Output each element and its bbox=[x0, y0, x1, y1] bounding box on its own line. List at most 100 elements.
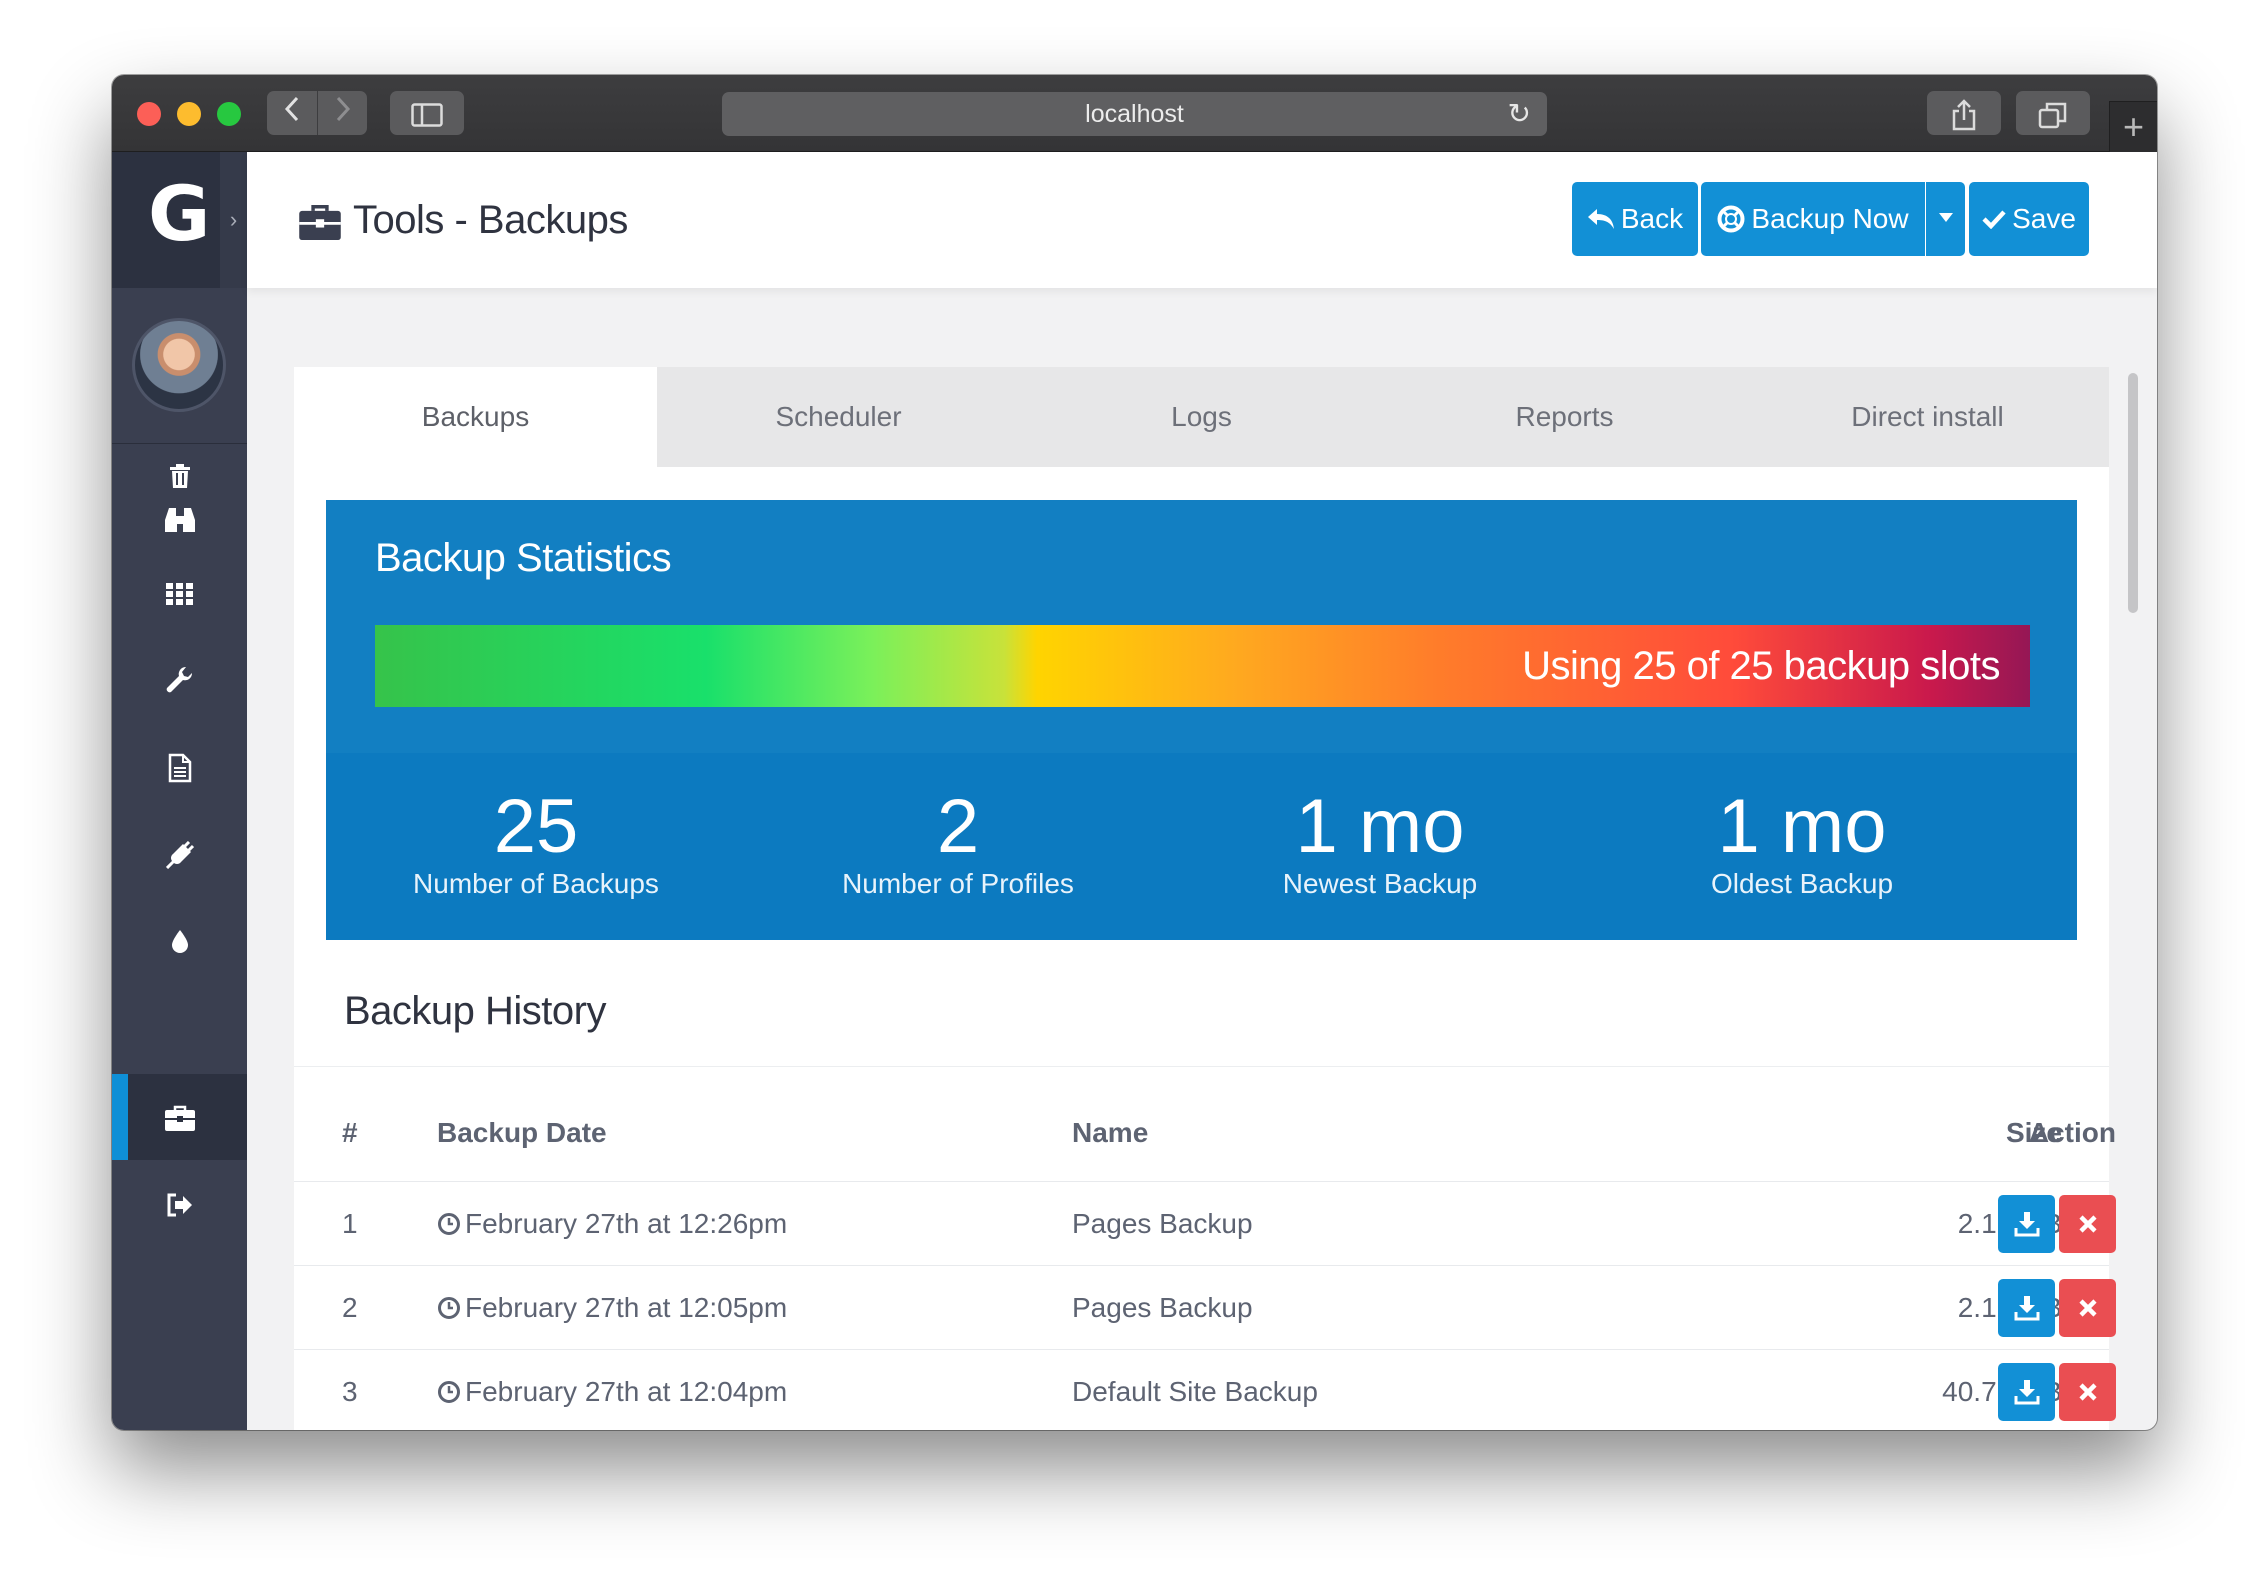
droplet-icon bbox=[171, 930, 188, 953]
close-icon bbox=[2078, 1215, 2097, 1233]
binoculars-icon bbox=[164, 508, 195, 532]
stat-label: Newest Backup bbox=[1282, 868, 1478, 899]
close-window-button[interactable] bbox=[137, 102, 161, 126]
row-number: 2 bbox=[342, 1292, 358, 1323]
download-backup-button[interactable] bbox=[1998, 1363, 2055, 1421]
backup-name: Pages Backup bbox=[1072, 1208, 1253, 1239]
logo-area: G › bbox=[112, 152, 247, 288]
caret-down-icon bbox=[1938, 213, 1953, 223]
backups-card: Backups Scheduler Logs Reports Direct in… bbox=[294, 367, 2116, 1430]
address-bar[interactable]: localhost ↻ bbox=[722, 92, 1547, 136]
tab-bar: Backups Scheduler Logs Reports Direct in… bbox=[294, 367, 2109, 467]
backup-date-cell: February 27th at 12:04pm bbox=[437, 1350, 787, 1430]
column-header-number: # bbox=[342, 1117, 358, 1148]
clock-icon bbox=[438, 1296, 460, 1319]
stats-title: Backup Statistics bbox=[375, 536, 672, 580]
scrollbar-thumb[interactable] bbox=[2128, 373, 2138, 613]
backup-statistics-panel: Backup Statistics Using 25 of 25 backup … bbox=[326, 500, 2077, 940]
tab-logs[interactable]: Logs bbox=[1020, 367, 1383, 467]
divider bbox=[294, 1066, 2109, 1067]
row-number: 1 bbox=[342, 1208, 358, 1239]
page-scrollbar[interactable] bbox=[2125, 293, 2141, 1430]
sidebar-item-logout[interactable] bbox=[112, 1179, 247, 1229]
backup-history-title: Backup History bbox=[344, 989, 606, 1033]
backup-now-label: Backup Now bbox=[1751, 203, 1909, 234]
new-tab-button[interactable]: + bbox=[2109, 101, 2157, 152]
sidebar-item-trash[interactable] bbox=[112, 450, 247, 500]
sidebar-item-themes[interactable] bbox=[112, 915, 247, 965]
expand-sidebar-button[interactable]: › bbox=[220, 152, 247, 288]
sidebar-item-apps[interactable] bbox=[112, 568, 247, 618]
stat-value: 1 mo bbox=[1295, 784, 1465, 869]
stat-value: 2 bbox=[936, 784, 980, 869]
stat-oldest-backup: 1 mo Oldest Backup bbox=[1592, 787, 2012, 901]
reload-icon[interactable]: ↻ bbox=[1508, 92, 1531, 136]
table-row: 1 February 27th at 12:26pm Pages Backup … bbox=[294, 1182, 2116, 1266]
page-title-text: Tools - Backups bbox=[353, 198, 628, 242]
save-button[interactable]: Save bbox=[1969, 182, 2089, 256]
minimize-window-button[interactable] bbox=[177, 102, 201, 126]
row-number: 3 bbox=[342, 1376, 358, 1407]
stat-value: 25 bbox=[493, 784, 579, 869]
delete-backup-button[interactable] bbox=[2059, 1279, 2116, 1337]
briefcase-icon bbox=[164, 1105, 195, 1131]
download-backup-button[interactable] bbox=[1998, 1195, 2055, 1253]
delete-backup-button[interactable] bbox=[2059, 1363, 2116, 1421]
briefcase-icon bbox=[299, 205, 341, 241]
backup-date: February 27th at 12:26pm bbox=[465, 1208, 788, 1239]
column-header-action: Action bbox=[2028, 1117, 2116, 1148]
document-icon bbox=[168, 753, 191, 783]
tab-backups[interactable]: Backups bbox=[294, 367, 657, 467]
show-tabs-button[interactable] bbox=[2016, 91, 2090, 135]
stat-number-of-backups: 25 Number of Backups bbox=[326, 787, 746, 901]
url-text: localhost bbox=[1085, 100, 1184, 128]
delete-backup-button[interactable] bbox=[2059, 1195, 2116, 1253]
close-icon bbox=[2078, 1383, 2097, 1401]
download-icon bbox=[2014, 1211, 2039, 1237]
app-logo[interactable]: G bbox=[148, 176, 210, 252]
table-row: 2 February 27th at 12:05pm Pages Backup … bbox=[294, 1266, 2116, 1350]
back-button[interactable]: Back bbox=[1572, 182, 1698, 256]
browser-back-button[interactable] bbox=[267, 91, 317, 135]
stat-label: Oldest Backup bbox=[1710, 868, 1894, 899]
sidebar-item-settings[interactable] bbox=[112, 655, 247, 705]
page-header: Tools - Backups Back Backup Now Save bbox=[247, 152, 2157, 288]
sidebar-icon bbox=[411, 102, 443, 127]
browser-forward-button[interactable] bbox=[317, 91, 367, 135]
reply-icon bbox=[1587, 208, 1614, 229]
table-row: 3 February 27th at 12:04pm Default Site … bbox=[294, 1350, 2116, 1430]
backup-date-cell: February 27th at 12:26pm bbox=[437, 1182, 787, 1266]
divider bbox=[112, 443, 247, 444]
download-backup-button[interactable] bbox=[1998, 1279, 2055, 1337]
share-icon bbox=[1952, 98, 1976, 130]
close-icon bbox=[2078, 1299, 2097, 1317]
tab-reports[interactable]: Reports bbox=[1383, 367, 1746, 467]
tab-direct-install[interactable]: Direct install bbox=[1746, 367, 2109, 467]
sidebar-item-search[interactable] bbox=[112, 494, 247, 544]
backup-date: February 27th at 12:04pm bbox=[465, 1376, 788, 1407]
clock-icon bbox=[438, 1380, 460, 1403]
backup-now-button[interactable]: Backup Now bbox=[1701, 182, 1925, 256]
app-sidebar: G › bbox=[112, 152, 247, 1430]
page-title: Tools - Backups bbox=[299, 190, 628, 250]
history-navigation bbox=[267, 91, 367, 135]
stat-number-of-profiles: 2 Number of Profiles bbox=[748, 787, 1168, 901]
backup-name: Default Site Backup bbox=[1072, 1376, 1318, 1407]
zoom-window-button[interactable] bbox=[217, 102, 241, 126]
share-button[interactable] bbox=[1927, 91, 2001, 135]
back-button-label: Back bbox=[1620, 203, 1684, 234]
sidebar-item-pages[interactable] bbox=[112, 742, 247, 792]
clock-icon bbox=[438, 1212, 460, 1235]
user-avatar[interactable] bbox=[132, 318, 226, 412]
sidebar-toggle-button[interactable] bbox=[390, 91, 464, 135]
download-icon bbox=[2014, 1295, 2039, 1321]
stat-label: Number of Backups bbox=[413, 868, 659, 899]
download-icon bbox=[2014, 1379, 2039, 1405]
sidebar-item-plugins[interactable] bbox=[112, 829, 247, 879]
wrench-icon bbox=[166, 666, 192, 693]
sidebar-item-tools[interactable] bbox=[112, 1092, 247, 1142]
chevron-right-icon bbox=[336, 96, 350, 122]
tab-scheduler[interactable]: Scheduler bbox=[657, 367, 1020, 467]
trash-icon bbox=[169, 464, 190, 488]
backup-options-dropdown[interactable] bbox=[1926, 182, 1965, 256]
